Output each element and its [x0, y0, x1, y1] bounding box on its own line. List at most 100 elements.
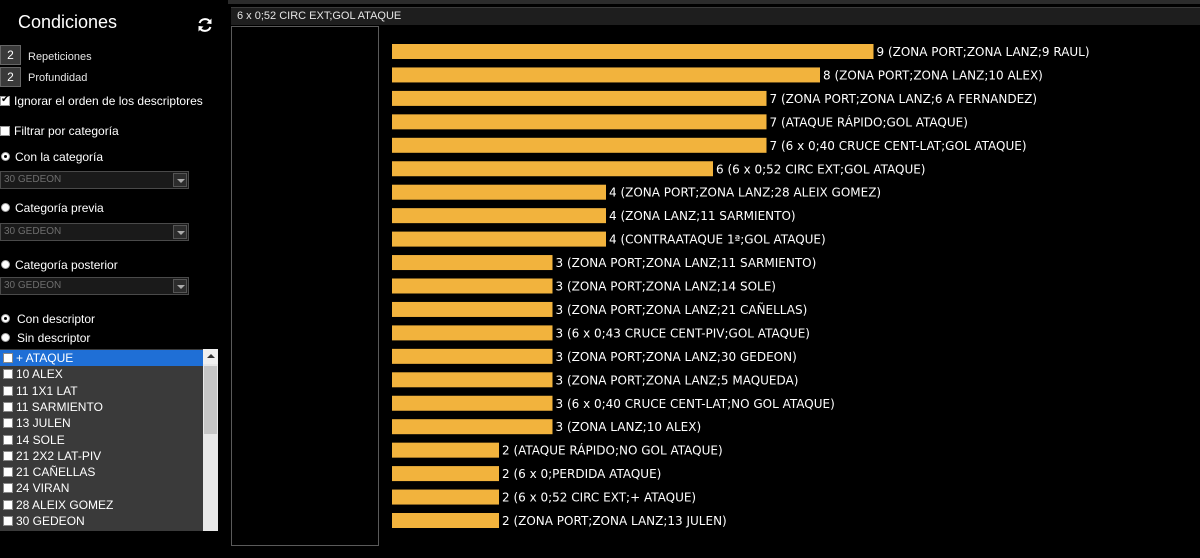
descriptor-checkbox[interactable]: [3, 353, 13, 363]
con-categoria-radio[interactable]: [1, 152, 10, 161]
descriptor-item[interactable]: 30 GEDEON: [0, 513, 203, 529]
repeticiones-input[interactable]: 2: [0, 45, 21, 65]
bar: [392, 466, 499, 482]
refresh-icon[interactable]: [196, 16, 214, 34]
bar: [392, 442, 499, 458]
descriptor-label: 10 ALEX: [16, 367, 63, 382]
panel-title: Condiciones: [18, 12, 118, 32]
descriptor-checkbox[interactable]: [3, 467, 13, 478]
con-categoria-select[interactable]: 30 GEDEON: [0, 171, 189, 189]
ignorar-orden-checkbox[interactable]: [0, 94, 10, 106]
categoria-posterior-radio[interactable]: [1, 260, 10, 269]
descriptor-list-scrollbar[interactable]: [203, 349, 218, 531]
frequency-bar-chart: 9 (ZONA PORT;ZONA LANZ;9 RAUL) 8 (ZONA PO…: [392, 44, 1090, 528]
chevron-down-icon[interactable]: [173, 279, 187, 293]
bar-label: 2 (ATAQUE RÁPIDO;NO GOL ATAQUE): [502, 443, 723, 458]
bar: [392, 301, 553, 317]
preview-frame: [231, 26, 379, 546]
bar-label: 4 (CONTRAATAQUE 1ª;GOL ATAQUE): [609, 233, 826, 247]
descriptor-checkbox[interactable]: [3, 369, 13, 380]
chart-header-title: 6 x 0;52 CIRC EXT;GOL ATAQUE: [237, 10, 402, 22]
bar-label: 7 (ZONA PORT;ZONA LANZ;6 A FERNANDEZ): [770, 92, 1038, 106]
filtrar-categoria-label: Filtrar por categoría: [14, 124, 119, 138]
descriptor-label: 28 ALEIX GOMEZ: [16, 497, 114, 512]
con-descriptor-label: Con descriptor: [17, 312, 96, 326]
descriptor-label: 11 1X1 LAT: [16, 383, 78, 398]
bar-label: 7 (ATAQUE RÁPIDO;GOL ATAQUE): [770, 114, 968, 129]
descriptor-checkbox[interactable]: [3, 434, 13, 445]
bar: [392, 372, 553, 388]
descriptor-item[interactable]: 13 JULEN: [0, 415, 203, 431]
descriptor-checkbox[interactable]: [3, 418, 13, 429]
descriptor-label: 11 SARMIENTO: [16, 399, 103, 414]
categoria-posterior-select[interactable]: 30 GEDEON: [0, 277, 189, 295]
descriptor-checkbox[interactable]: [3, 450, 13, 461]
bar: [392, 348, 553, 364]
bar-label: 3 (ZONA PORT;ZONA LANZ;5 MAQUEDA): [556, 373, 799, 387]
descriptor-checkbox[interactable]: [3, 483, 13, 494]
bar-label: 3 (ZONA LANZ;10 ALEX): [556, 420, 702, 434]
descriptor-label: 21 2X2 LAT-PIV: [16, 448, 102, 463]
bar: [392, 90, 767, 106]
bar-label: 4 (ZONA PORT;ZONA LANZ;28 ALEIX GOMEZ): [609, 186, 881, 200]
chart-header: 6 x 0;52 CIRC EXT;GOL ATAQUE: [231, 7, 1200, 25]
sin-descriptor-radio[interactable]: [1, 333, 10, 342]
bar-label: 2 (ZONA PORT;ZONA LANZ;13 JULEN): [502, 514, 727, 528]
descriptor-label: 14 SOLE: [16, 432, 65, 447]
descriptor-item[interactable]: 24 VIRAN: [0, 480, 203, 496]
descriptor-item[interactable]: 11 1X1 LAT: [0, 383, 203, 399]
bar: [392, 44, 874, 59]
con-categoria-label: Con la categoría: [15, 150, 104, 164]
bar: [392, 231, 606, 247]
bar-label: 3 (ZONA PORT;ZONA LANZ;11 SARMIENTO): [556, 256, 817, 270]
bar: [392, 419, 553, 435]
repeticiones-label: Repeticiones: [28, 51, 92, 63]
scrollbar-thumb[interactable]: [204, 366, 217, 434]
descriptor-item[interactable]: 10 ALEX: [0, 366, 203, 382]
descriptor-label: 30 GEDEON: [16, 514, 85, 528]
ignorar-orden-label: Ignorar el orden de los descriptores: [14, 94, 203, 108]
descriptor-item[interactable]: 14 SOLE: [0, 432, 203, 448]
descriptor-item[interactable]: 21 2X2 LAT-PIV: [0, 448, 203, 464]
descriptor-checkbox[interactable]: [3, 401, 13, 412]
bar-label: 3 (ZONA PORT;ZONA LANZ;14 SOLE): [556, 280, 777, 294]
con-categoria-value: 30 GEDEON: [4, 174, 62, 185]
categoria-posterior-label: Categoría posterior: [15, 258, 118, 272]
bar: [392, 137, 767, 153]
bar-label: 7 (6 x 0;40 CRUCE CENT-LAT;GOL ATAQUE): [770, 139, 1027, 153]
descriptor-item[interactable]: + ATAQUE: [0, 350, 203, 366]
profundidad-input[interactable]: 2: [0, 67, 21, 87]
bar: [392, 184, 606, 200]
descriptor-label: + ATAQUE: [16, 351, 74, 365]
bar: [392, 67, 820, 83]
categoria-previa-radio[interactable]: [1, 203, 10, 212]
bar: [392, 208, 606, 224]
descriptor-item[interactable]: 21 CAÑELLAS: [0, 464, 203, 480]
con-descriptor-radio[interactable]: [1, 314, 10, 323]
descriptor-checkbox[interactable]: [3, 499, 13, 510]
descriptor-checkbox[interactable]: [3, 516, 13, 526]
categoria-previa-select[interactable]: 30 GEDEON: [0, 223, 189, 241]
descriptor-item[interactable]: 28 ALEIX GOMEZ: [0, 497, 203, 513]
bar: [392, 255, 553, 271]
categoria-previa-label: Categoría previa: [15, 201, 104, 215]
descriptor-label: 13 JULEN: [16, 416, 71, 431]
bar-label: 2 (6 x 0;52 CIRC EXT;+ ATAQUE): [502, 491, 696, 505]
descriptor-list[interactable]: 30 GEDEON 28 ALEIX GOMEZ 24 VIRAN 21 CAÑELL…: [0, 349, 218, 531]
chevron-down-icon[interactable]: [173, 173, 187, 187]
bar-label: 3 (ZONA PORT;ZONA LANZ;21 CAÑELLAS): [556, 302, 808, 317]
descriptor-label: 24 VIRAN: [16, 481, 70, 496]
bar: [392, 325, 553, 341]
bar: [392, 395, 553, 411]
bar-label: 4 (ZONA LANZ;11 SARMIENTO): [609, 209, 796, 223]
scroll-up-icon[interactable]: [203, 349, 218, 364]
filtrar-categoria-checkbox[interactable]: [0, 126, 10, 136]
bar-label: 3 (ZONA PORT;ZONA LANZ;30 GEDEON): [556, 350, 797, 364]
conditions-panel: Condiciones 2 Repeticiones 2 Profundidad…: [0, 0, 228, 558]
descriptor-checkbox[interactable]: [3, 385, 13, 396]
bar-label: 9 (ZONA PORT;ZONA LANZ;9 RAUL): [877, 45, 1090, 59]
chevron-down-icon[interactable]: [173, 225, 187, 239]
descriptor-item[interactable]: 11 SARMIENTO: [0, 399, 203, 415]
sin-descriptor-label: Sin descriptor: [17, 331, 91, 345]
bar-label: 3 (6 x 0;43 CRUCE CENT-PIV;GOL ATAQUE): [556, 326, 810, 340]
